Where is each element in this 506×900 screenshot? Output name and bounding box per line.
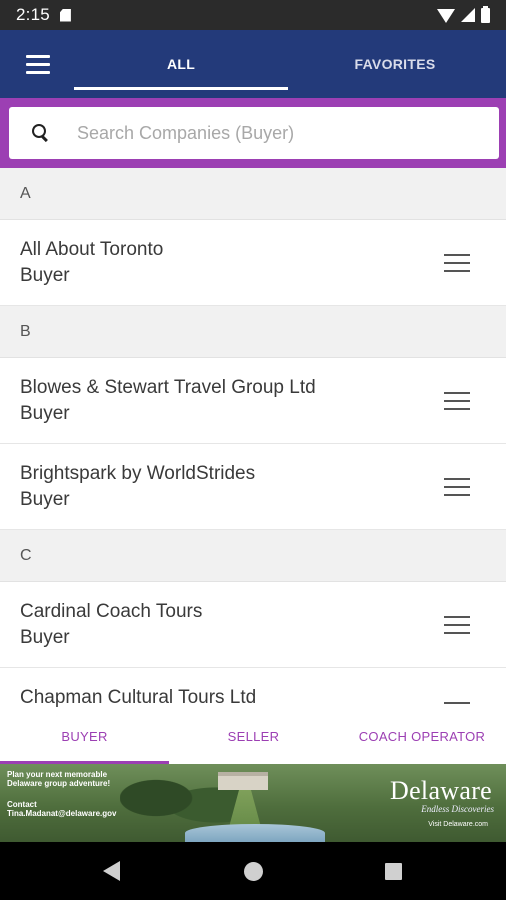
wifi-icon: [437, 9, 455, 23]
list-item[interactable]: Blowes & Stewart Travel Group Ltd Buyer: [0, 358, 506, 444]
menu-line: [26, 70, 50, 74]
home-icon[interactable]: [244, 862, 263, 881]
ad-headline: Plan your next memorable Delaware group …: [7, 770, 111, 788]
tab-coach-operator[interactable]: COACH OPERATOR: [338, 708, 506, 764]
battery-icon: [481, 5, 490, 23]
ad-brand-logo: Delaware: [390, 776, 492, 805]
search-box[interactable]: [9, 107, 499, 159]
status-time: 2:15: [16, 5, 50, 24]
company-name: All About Toronto: [20, 238, 164, 260]
search-bar-container: [0, 98, 506, 168]
row-menu-icon[interactable]: [444, 391, 470, 410]
tab-favorites[interactable]: FAVORITES: [288, 30, 502, 98]
status-bar: 2:15: [0, 0, 506, 30]
row-menu-icon[interactable]: [444, 477, 470, 496]
back-icon[interactable]: [103, 861, 120, 881]
tab-seller[interactable]: SELLER: [169, 708, 338, 764]
system-nav-bar: [0, 842, 506, 900]
ad-banner[interactable]: Plan your next memorable Delaware group …: [0, 764, 506, 842]
ad-tagline: Endless Discoveries: [421, 804, 494, 814]
company-type: Buyer: [20, 488, 70, 510]
search-input[interactable]: [77, 122, 457, 144]
ad-fountain-image: [185, 824, 325, 842]
company-type: Buyer: [20, 264, 70, 286]
section-header-c: C: [0, 530, 506, 582]
bottom-tab-bar: BUYER SELLER COACH OPERATOR: [0, 708, 506, 764]
section-header-b: B: [0, 306, 506, 358]
company-name: Chapman Cultural Tours Ltd: [20, 686, 257, 708]
ad-contact-email: Tina.Madanat@delaware.gov: [7, 809, 117, 818]
sd-card-icon: [59, 8, 71, 22]
row-menu-icon[interactable]: [444, 253, 470, 272]
row-menu-icon[interactable]: [444, 615, 470, 634]
list-item[interactable]: Cardinal Coach Tours Buyer: [0, 582, 506, 668]
company-type: Buyer: [20, 626, 70, 648]
cell-signal-icon: [461, 8, 475, 22]
list-item[interactable]: Chapman Cultural Tours Ltd Buyer: [0, 668, 506, 708]
menu-line: [26, 62, 50, 66]
ad-contact-label: Contact: [7, 800, 37, 809]
company-name: Blowes & Stewart Travel Group Ltd: [20, 376, 316, 398]
ad-url: Visit Delaware.com: [428, 821, 488, 828]
company-list[interactable]: A All About Toronto Buyer B Blowes & Ste…: [0, 168, 506, 708]
ad-text-block: Plan your next memorable Delaware group …: [7, 770, 142, 818]
hamburger-menu-button[interactable]: [18, 49, 58, 79]
tab-buyer[interactable]: BUYER: [0, 708, 169, 764]
search-icon: [31, 123, 51, 143]
list-item[interactable]: All About Toronto Buyer: [0, 220, 506, 306]
tab-selected-indicator: [74, 87, 288, 90]
status-indicators: [437, 5, 490, 23]
recent-apps-icon[interactable]: [385, 863, 402, 880]
section-header-a: A: [0, 168, 506, 220]
company-name: Cardinal Coach Tours: [20, 600, 203, 622]
company-name: Brightspark by WorldStrides: [20, 462, 256, 484]
menu-line: [26, 54, 50, 58]
list-item[interactable]: Brightspark by WorldStrides Buyer: [0, 444, 506, 530]
app-bar: ALL FAVORITES: [0, 30, 506, 98]
ad-building-image: [218, 772, 268, 790]
company-type: Buyer: [20, 402, 70, 424]
